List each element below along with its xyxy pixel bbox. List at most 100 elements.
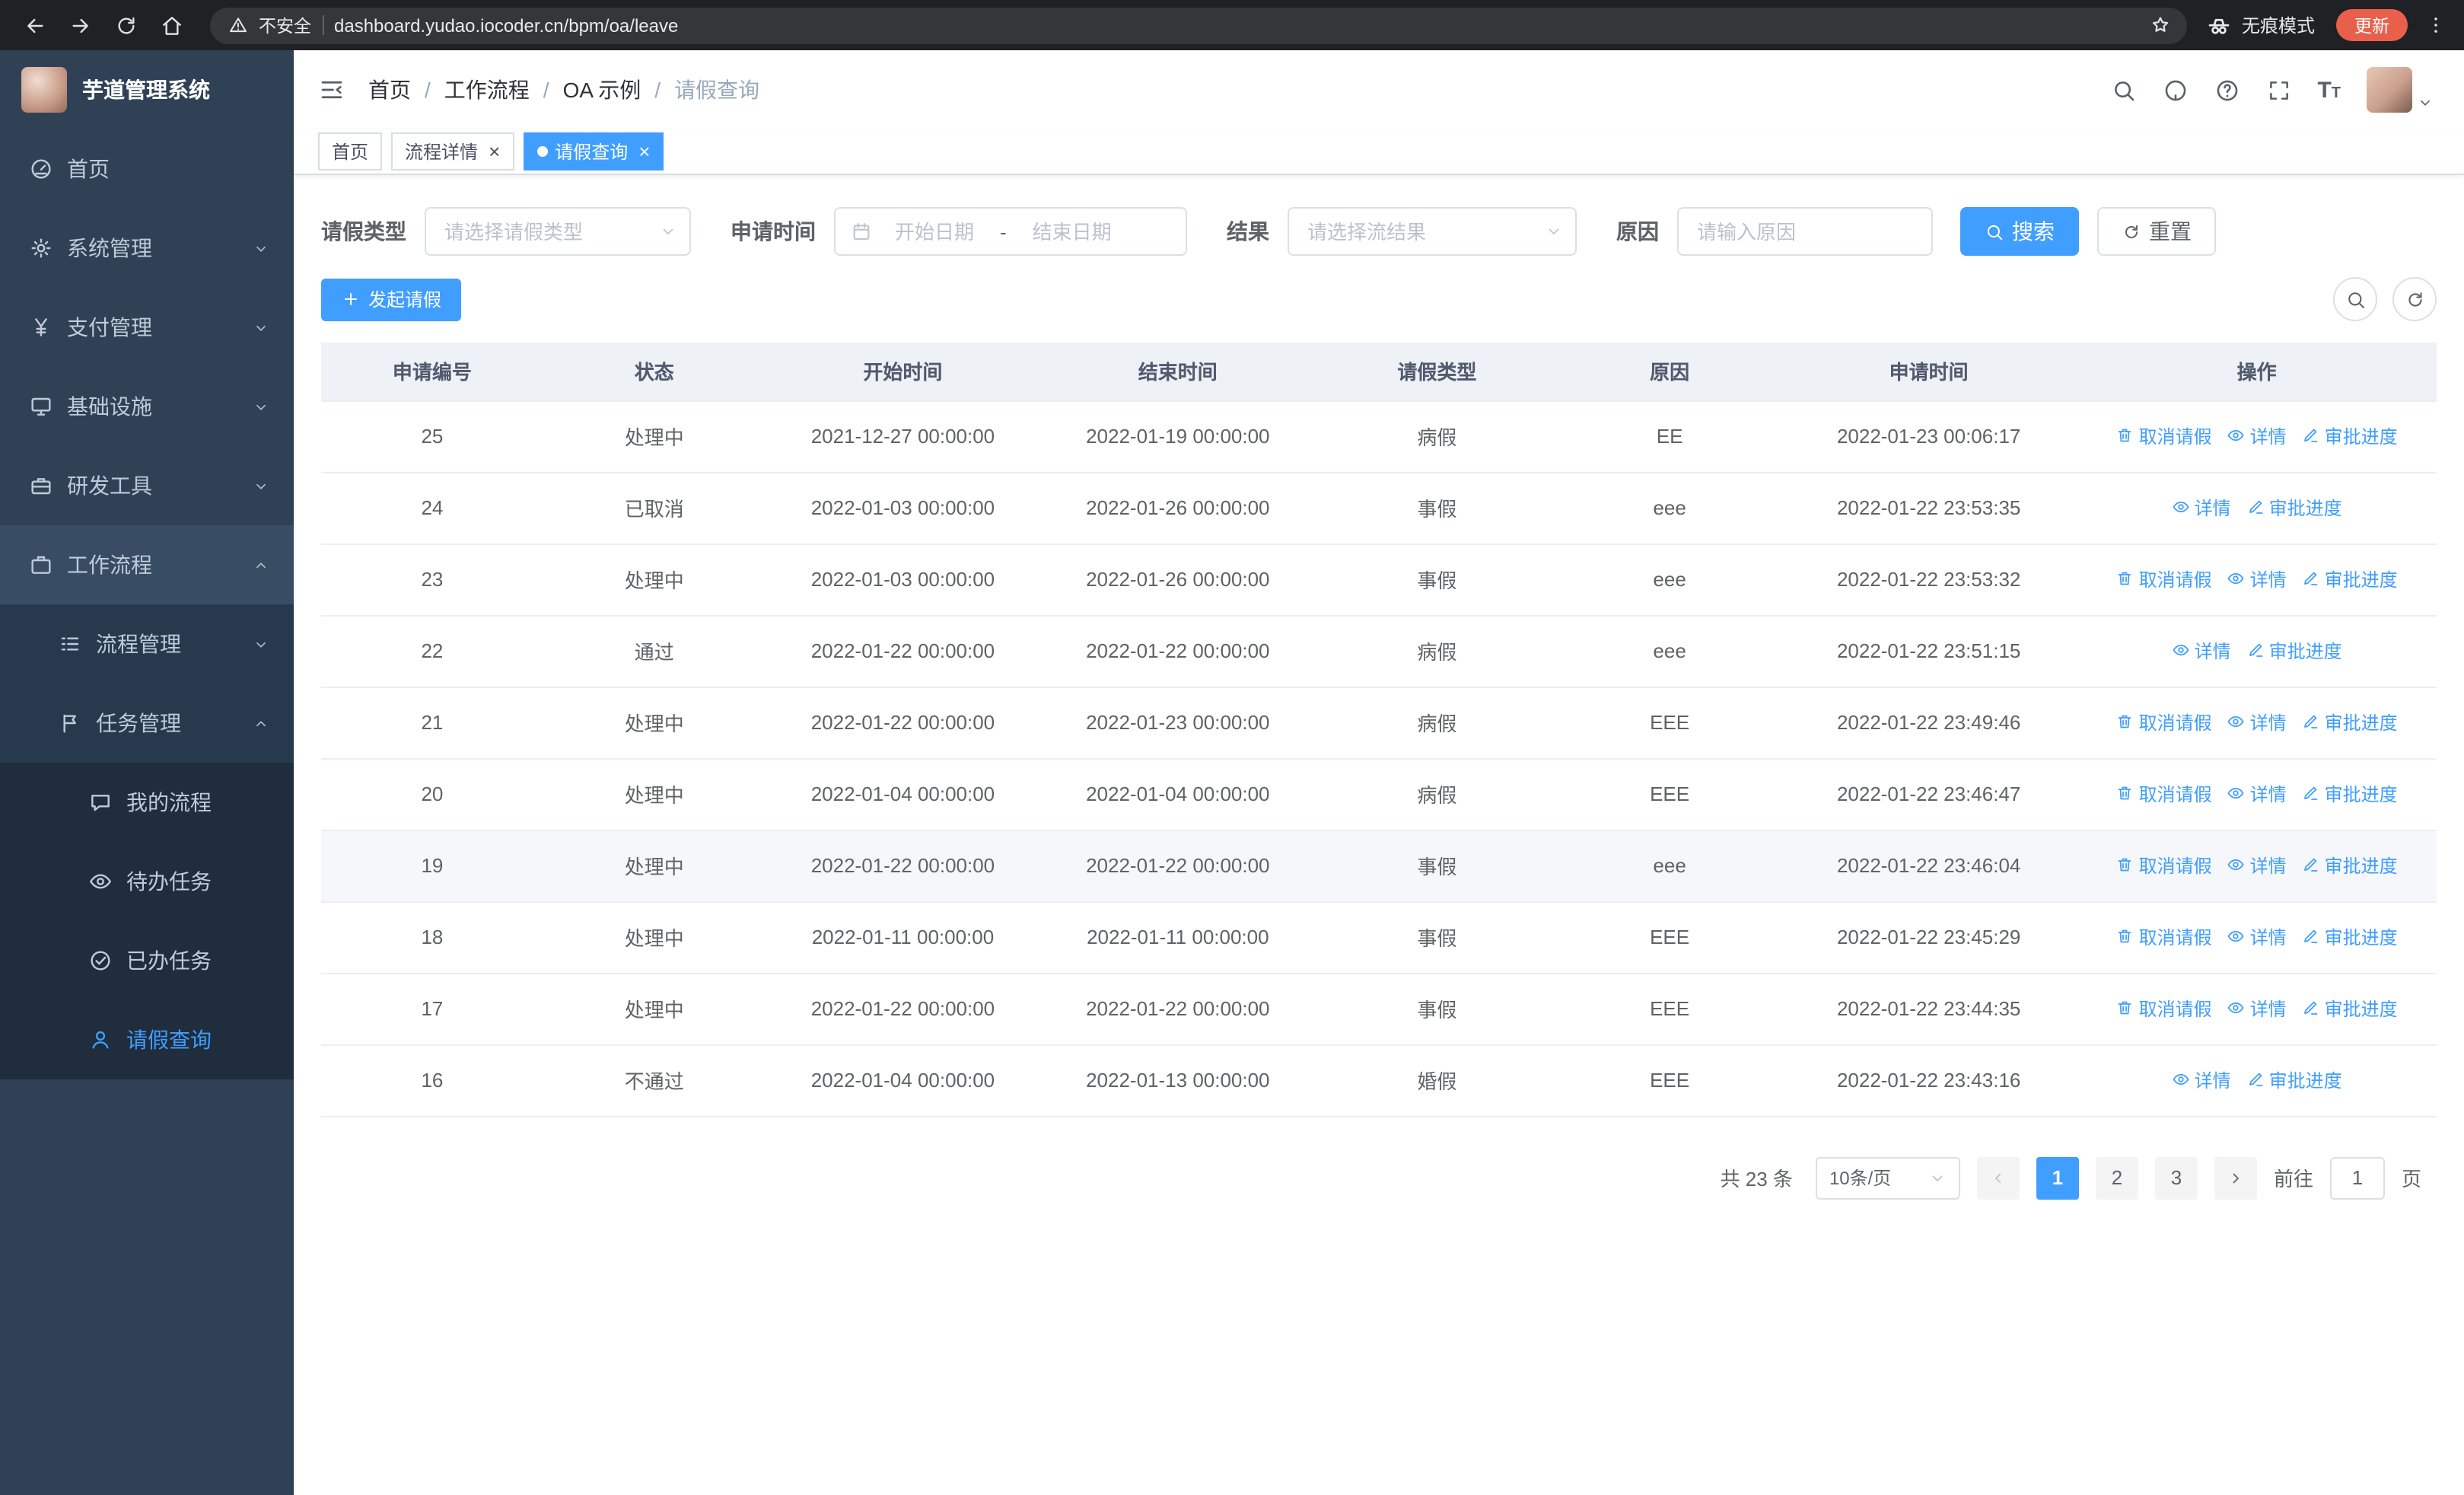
progress-link[interactable]: 审批进度 [2302, 423, 2398, 449]
close-tab-icon[interactable]: × [638, 142, 650, 161]
start-date-input[interactable] [875, 220, 994, 243]
browser-menu-icon[interactable] [2424, 14, 2447, 37]
bookmark-star-icon[interactable] [2149, 14, 2172, 37]
detail-link[interactable]: 详情 [2227, 423, 2287, 449]
progress-link[interactable]: 审批进度 [2302, 566, 2398, 592]
reason-input-box[interactable] [1677, 207, 1933, 256]
sidebar-item[interactable]: 待办任务 [0, 842, 294, 921]
breadcrumb-item[interactable]: 工作流程 [444, 75, 530, 105]
cell-status: 处理中 [543, 543, 766, 616]
cancel-link[interactable]: 取消请假 [2116, 781, 2212, 807]
prev-page-button[interactable] [1976, 1156, 2020, 1199]
close-tab-icon[interactable]: × [489, 142, 500, 161]
sidebar-item[interactable]: 我的流程 [0, 763, 294, 842]
page-number-button[interactable]: 1 [2036, 1156, 2079, 1199]
detail-link[interactable]: 详情 [2172, 495, 2231, 521]
detail-link[interactable]: 详情 [2227, 996, 2287, 1022]
breadcrumb-item[interactable]: 首页 [368, 75, 411, 105]
progress-link[interactable]: 审批进度 [2246, 638, 2342, 664]
process-icon [58, 632, 82, 656]
detail-link-label: 详情 [2249, 569, 2287, 591]
next-page-button[interactable] [2214, 1156, 2257, 1199]
detail-link[interactable]: 详情 [2172, 1067, 2231, 1093]
browser-forward-icon[interactable] [68, 13, 93, 37]
font-size-icon[interactable]: TT [2317, 78, 2341, 101]
trash-icon [2116, 713, 2135, 732]
progress-link[interactable]: 审批进度 [2246, 1067, 2342, 1093]
cell-type: 事假 [1315, 973, 1559, 1045]
yen-icon [29, 315, 53, 339]
cancel-link[interactable]: 取消请假 [2116, 709, 2212, 735]
progress-link-label: 审批进度 [2268, 1069, 2342, 1092]
cancel-link[interactable]: 取消请假 [2116, 566, 2212, 592]
cancel-link[interactable]: 取消请假 [2116, 924, 2212, 950]
help-icon[interactable] [2214, 77, 2240, 103]
browser-reload-icon[interactable] [114, 13, 138, 37]
tab[interactable]: 请假查询 × [523, 132, 664, 171]
header-search-icon[interactable] [2110, 77, 2136, 103]
cancel-link[interactable]: 取消请假 [2116, 853, 2212, 878]
sidebar-item[interactable]: 请假查询 [0, 1000, 294, 1079]
reset-button[interactable]: 重置 [2097, 207, 2216, 256]
result-select[interactable] [1288, 207, 1577, 256]
sidebar-item[interactable]: 系统管理 [0, 209, 294, 288]
user-menu[interactable] [2367, 67, 2434, 113]
tab[interactable]: 流程详情 × [391, 132, 514, 171]
cell-id: 21 [321, 687, 543, 759]
progress-link[interactable]: 审批进度 [2302, 924, 2398, 950]
progress-link[interactable]: 审批进度 [2302, 996, 2398, 1022]
detail-link[interactable]: 详情 [2172, 638, 2231, 664]
breadcrumb-item[interactable]: OA 示例 [563, 75, 641, 105]
cell-reason: EEE [1558, 973, 1781, 1045]
sidebar-collapse-icon[interactable] [318, 76, 345, 104]
progress-link[interactable]: 审批进度 [2302, 781, 2398, 807]
cancel-link[interactable]: 取消请假 [2116, 423, 2212, 449]
detail-link[interactable]: 详情 [2227, 781, 2287, 807]
sidebar-item[interactable]: 首页 [0, 129, 294, 209]
detail-link[interactable]: 详情 [2227, 566, 2287, 592]
refresh-table-button[interactable] [2392, 277, 2437, 321]
progress-link[interactable]: 审批进度 [2302, 853, 2398, 878]
reason-label: 原因 [1616, 219, 1659, 244]
fullscreen-icon[interactable] [2265, 77, 2291, 103]
sidebar-item[interactable]: 任务管理 [0, 684, 294, 763]
security-warning-label[interactable]: 不安全 [259, 13, 311, 37]
create-leave-button[interactable]: 发起请假 [321, 278, 462, 320]
tab[interactable]: 首页 [318, 132, 383, 171]
leave-type-select-input[interactable] [426, 209, 689, 254]
toggle-search-button[interactable] [2333, 277, 2377, 321]
apply-time-range-picker[interactable]: - [834, 207, 1187, 256]
page-number-button[interactable]: 2 [2095, 1156, 2138, 1199]
end-date-input[interactable] [1012, 220, 1132, 243]
update-button[interactable]: 更新 [2336, 9, 2408, 41]
detail-link[interactable]: 详情 [2227, 709, 2287, 735]
progress-link[interactable]: 审批进度 [2302, 709, 2398, 735]
sidebar-item[interactable]: 研发工具 [0, 446, 294, 525]
detail-link[interactable]: 详情 [2227, 853, 2287, 878]
page-number-button[interactable]: 3 [2154, 1156, 2198, 1199]
page-size-select[interactable]: 10条/页 [1815, 1156, 1960, 1199]
browser-back-icon[interactable] [23, 13, 47, 37]
sidebar-item[interactable]: 已办任务 [0, 921, 294, 1000]
progress-link[interactable]: 审批进度 [2246, 495, 2342, 521]
reason-input[interactable] [1679, 209, 1931, 254]
leave-type-select[interactable] [425, 207, 691, 256]
detail-link[interactable]: 详情 [2227, 924, 2287, 950]
sidebar-item[interactable]: 基础设施 [0, 367, 294, 446]
user-avatar[interactable] [2367, 67, 2412, 113]
warning-icon [228, 15, 248, 35]
tab-label: 流程详情 [405, 142, 479, 163]
search-button[interactable]: 搜索 [1960, 207, 2079, 256]
sidebar-item-label: 支付管理 [67, 315, 152, 339]
github-icon[interactable] [2162, 77, 2188, 103]
leave-type-filter: 请假类型 [321, 207, 691, 256]
sidebar-item[interactable]: 工作流程 [0, 525, 294, 604]
goto-page-input[interactable] [2329, 1156, 2385, 1199]
url-text[interactable]: dashboard.yudao.iocoder.cn/bpm/oa/leave [334, 14, 2132, 36]
cancel-link[interactable]: 取消请假 [2116, 996, 2212, 1022]
result-select-input[interactable] [1289, 209, 1575, 254]
sidebar-item[interactable]: 支付管理 [0, 288, 294, 367]
address-bar[interactable]: 不安全 dashboard.yudao.iocoder.cn/bpm/oa/le… [210, 7, 2187, 43]
browser-home-icon[interactable] [160, 13, 184, 37]
sidebar-item[interactable]: 流程管理 [0, 604, 294, 684]
